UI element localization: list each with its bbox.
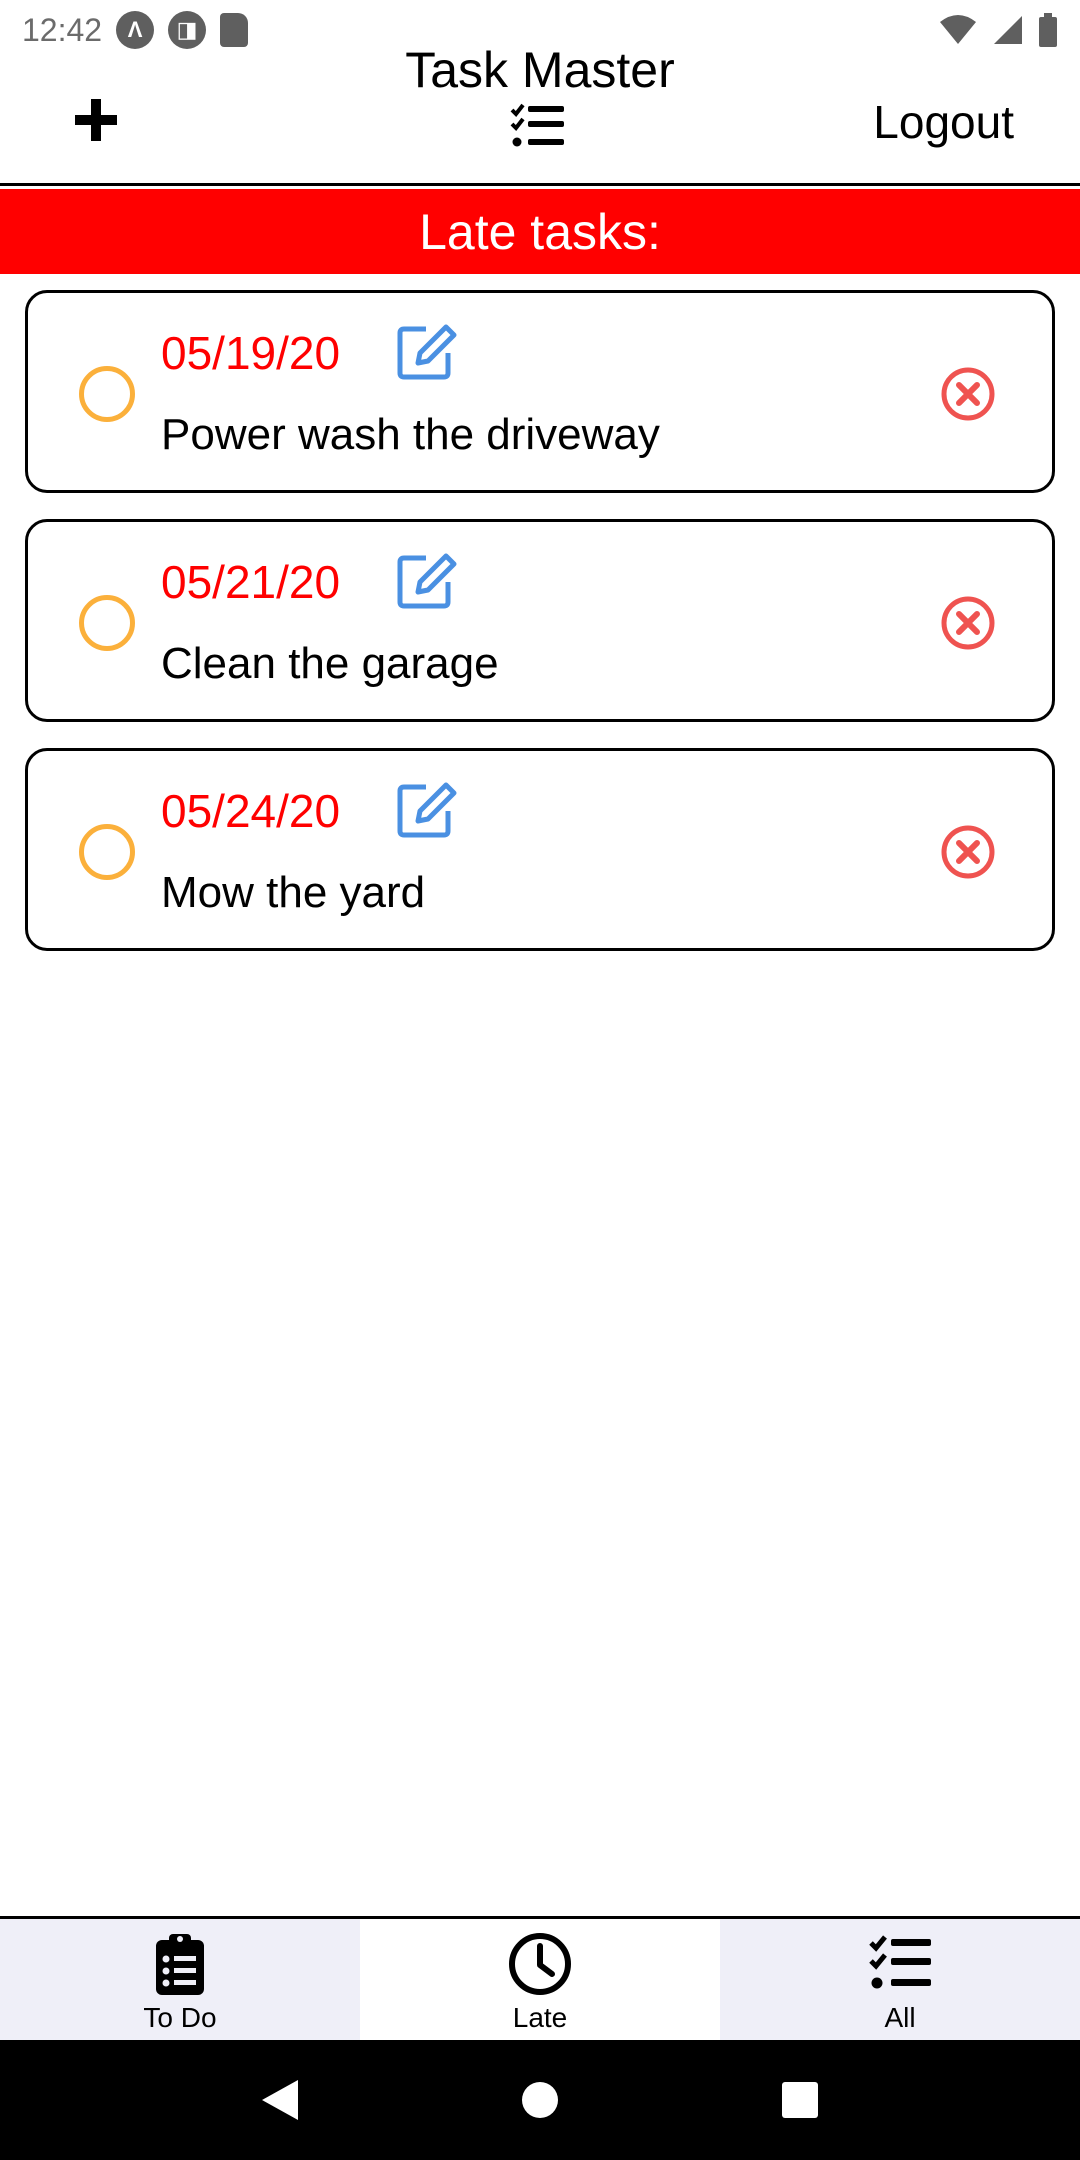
clipboard-list-icon xyxy=(156,1934,204,1995)
complete-task-toggle[interactable] xyxy=(79,366,135,422)
complete-task-toggle[interactable] xyxy=(79,595,135,651)
delete-icon[interactable] xyxy=(940,595,996,651)
tab-label: All xyxy=(884,2002,916,2033)
delete-icon[interactable] xyxy=(940,824,996,880)
app-header: Task Master Logout xyxy=(0,40,1080,186)
system-nav-bar xyxy=(0,2040,1080,2160)
tab-all[interactable]: All xyxy=(720,1919,1080,2040)
home-icon xyxy=(522,2082,558,2118)
bottom-tab-bar: To Do Late All xyxy=(0,1916,1080,2040)
task-title: Mow the yard xyxy=(161,868,426,917)
back-icon xyxy=(262,2080,298,2120)
recents-button[interactable] xyxy=(770,2070,830,2130)
tab-late[interactable]: Late xyxy=(360,1919,720,2040)
clock-icon xyxy=(509,1933,571,1995)
task-date: 05/19/20 xyxy=(161,327,341,379)
tab-label: Late xyxy=(512,2002,568,2033)
complete-task-toggle[interactable] xyxy=(79,824,135,880)
delete-icon[interactable] xyxy=(940,366,996,422)
checklist-icon xyxy=(869,1935,931,1989)
tab-label: To Do xyxy=(143,2002,217,2033)
late-tasks-banner: Late tasks: xyxy=(0,189,1080,274)
plus-icon xyxy=(75,99,117,141)
task-card: 05/21/20 Clean the garage xyxy=(25,519,1055,722)
home-button[interactable] xyxy=(510,2070,570,2130)
app-title: Task Master xyxy=(405,42,675,98)
task-card: 05/24/20 Mow the yard xyxy=(25,748,1055,951)
task-title: Power wash the driveway xyxy=(161,410,660,459)
edit-icon[interactable] xyxy=(396,779,460,839)
task-date: 05/21/20 xyxy=(161,556,341,608)
back-button[interactable] xyxy=(250,2070,310,2130)
logout-button[interactable]: Logout xyxy=(873,94,1014,150)
task-list: 05/19/20 Power wash the driveway 05/21/2… xyxy=(25,290,1055,977)
recents-icon xyxy=(782,2082,818,2118)
task-card: 05/19/20 Power wash the driveway xyxy=(25,290,1055,493)
task-title: Clean the garage xyxy=(161,639,499,688)
task-date: 05/24/20 xyxy=(161,785,341,837)
tab-todo[interactable]: To Do xyxy=(0,1919,360,2040)
checklist-icon xyxy=(510,103,564,147)
screen: 12:42 Λ ◨ Task Master Logout Late tasks:… xyxy=(0,0,1080,2160)
edit-icon[interactable] xyxy=(396,550,460,610)
edit-icon[interactable] xyxy=(396,321,460,381)
